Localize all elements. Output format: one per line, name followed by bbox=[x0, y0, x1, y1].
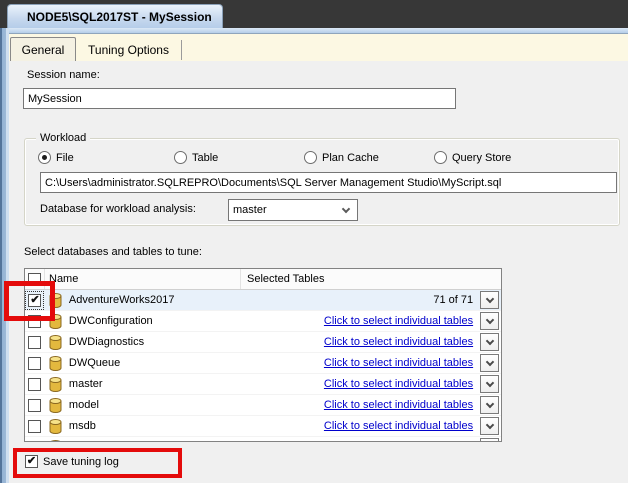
tab-strip: General Tuning Options bbox=[9, 34, 628, 61]
database-name: msdb bbox=[68, 420, 96, 432]
save-tuning-log-checkbox[interactable]: ✔ bbox=[25, 455, 38, 468]
database-name: sqlnexus bbox=[69, 441, 112, 442]
database-checkbox[interactable] bbox=[28, 398, 42, 412]
radio-file-label: File bbox=[56, 151, 74, 164]
tables-dropdown-button[interactable] bbox=[480, 438, 500, 441]
select-individual-tables-link[interactable]: Click to select individual tables bbox=[324, 441, 473, 442]
radio-table-circle[interactable] bbox=[174, 151, 187, 164]
database-name: master bbox=[68, 378, 103, 390]
table-row[interactable]: msdb Click to select individual tables bbox=[25, 416, 501, 437]
select-individual-tables-link[interactable]: Click to select individual tables bbox=[324, 315, 473, 327]
database-icon bbox=[49, 334, 62, 350]
select-individual-tables-link[interactable]: Click to select individual tables bbox=[324, 399, 473, 411]
databases-table: Name Selected Tables ✔ AdventureWorks2017… bbox=[24, 268, 502, 442]
tables-dropdown-button[interactable] bbox=[480, 375, 500, 393]
session-name-value: MySession bbox=[28, 92, 82, 105]
database-name: DWQueue bbox=[68, 357, 121, 369]
session-document-tab-label: NODE5\SQL2017ST - MySession bbox=[27, 9, 212, 24]
chevron-down-icon bbox=[485, 294, 494, 304]
table-header-row: Name Selected Tables bbox=[25, 269, 501, 290]
tab-general-label: General bbox=[21, 42, 65, 57]
radio-plan-cache-circle[interactable] bbox=[304, 151, 317, 164]
save-tuning-log-option[interactable]: ✔ Save tuning log bbox=[25, 455, 119, 468]
session-document-tab[interactable]: NODE5\SQL2017ST - MySession bbox=[7, 4, 223, 28]
database-name: model bbox=[68, 399, 99, 411]
database-icon bbox=[49, 355, 62, 371]
database-icon bbox=[49, 418, 62, 434]
column-header-selected-tables[interactable]: Selected Tables bbox=[241, 273, 501, 285]
tables-dropdown-button[interactable] bbox=[480, 291, 500, 309]
db-analysis-label: Database for workload analysis: bbox=[40, 203, 196, 215]
db-analysis-dropdown[interactable]: master bbox=[228, 199, 358, 221]
chevron-down-icon bbox=[485, 420, 494, 430]
database-name: AdventureWorks2017 bbox=[68, 294, 175, 306]
window-left-edge bbox=[0, 28, 9, 483]
database-icon bbox=[49, 376, 62, 392]
tab-tuning-options-label: Tuning Options bbox=[88, 43, 169, 57]
database-checkbox[interactable] bbox=[28, 419, 42, 433]
database-icon bbox=[50, 439, 61, 441]
db-analysis-value: master bbox=[233, 204, 267, 216]
table-row[interactable]: DWConfiguration Click to select individua… bbox=[25, 311, 501, 332]
table-row[interactable]: DWQueue Click to select individual tables bbox=[25, 353, 501, 374]
workload-file-path-input[interactable]: C:\Users\administrator.SQLREPRO\Document… bbox=[40, 172, 617, 193]
workload-legend: Workload bbox=[36, 132, 91, 144]
chevron-down-icon bbox=[485, 378, 494, 388]
select-individual-tables-link[interactable]: Click to select individual tables bbox=[324, 336, 473, 348]
radio-query-store[interactable]: Query Store bbox=[434, 151, 511, 164]
radio-table-label: Table bbox=[192, 151, 219, 164]
save-tuning-log-label: Save tuning log bbox=[43, 455, 119, 468]
select-individual-tables-link[interactable]: Click to select individual tables bbox=[324, 420, 473, 432]
radio-query-store-label: Query Store bbox=[452, 151, 512, 164]
session-name-label: Session name: bbox=[27, 69, 100, 81]
session-name-input[interactable]: MySession bbox=[23, 88, 456, 109]
chevron-down-icon bbox=[485, 336, 494, 346]
dta-session-window: NODE5\SQL2017ST - MySession General Tuni… bbox=[0, 0, 628, 483]
column-header-name[interactable]: Name bbox=[45, 269, 241, 289]
tables-dropdown-button[interactable] bbox=[480, 333, 500, 351]
tables-dropdown-button[interactable] bbox=[480, 312, 500, 330]
highlight-box-database-checkbox bbox=[4, 281, 55, 321]
table-row[interactable]: DWDiagnostics Click to select individual … bbox=[25, 332, 501, 353]
chevron-down-icon bbox=[485, 315, 494, 325]
select-individual-tables-link[interactable]: Click to select individual tables bbox=[324, 357, 473, 369]
select-individual-tables-link[interactable]: Click to select individual tables bbox=[324, 378, 473, 390]
radio-plan-cache[interactable]: Plan Cache bbox=[304, 151, 379, 164]
database-name: DWConfiguration bbox=[68, 315, 153, 327]
table-row[interactable]: ✔ AdventureWorks2017 71 of 71 bbox=[25, 290, 501, 311]
radio-plan-cache-label: Plan Cache bbox=[322, 151, 379, 164]
select-databases-label: Select databases and tables to tune: bbox=[24, 246, 202, 258]
selected-tables-count: 71 of 71 bbox=[433, 294, 474, 306]
table-row[interactable]: sqlnexus Click to select individual table… bbox=[25, 437, 501, 442]
tables-dropdown-button[interactable] bbox=[480, 354, 500, 372]
tab-general[interactable]: General bbox=[10, 37, 76, 61]
database-name: DWDiagnostics bbox=[68, 336, 145, 348]
workload-file-path-value: C:\Users\administrator.SQLREPRO\Document… bbox=[45, 176, 502, 189]
chevron-down-icon bbox=[341, 204, 351, 214]
database-icon bbox=[49, 397, 62, 413]
table-row[interactable]: master Click to select individual tables bbox=[25, 374, 501, 395]
chevron-down-icon bbox=[485, 357, 494, 367]
radio-file[interactable]: File bbox=[38, 151, 74, 164]
database-checkbox[interactable] bbox=[28, 356, 42, 370]
database-checkbox[interactable] bbox=[28, 377, 42, 391]
radio-query-store-circle[interactable] bbox=[434, 151, 447, 164]
radio-table[interactable]: Table bbox=[174, 151, 218, 164]
tab-tuning-options[interactable]: Tuning Options bbox=[76, 40, 182, 60]
table-row[interactable]: model Click to select individual tables bbox=[25, 395, 501, 416]
chevron-down-icon bbox=[485, 399, 494, 409]
radio-file-circle[interactable] bbox=[38, 151, 51, 164]
database-checkbox[interactable] bbox=[28, 440, 42, 441]
tables-dropdown-button[interactable] bbox=[480, 417, 500, 435]
database-checkbox[interactable] bbox=[28, 335, 42, 349]
tables-dropdown-button[interactable] bbox=[480, 396, 500, 414]
